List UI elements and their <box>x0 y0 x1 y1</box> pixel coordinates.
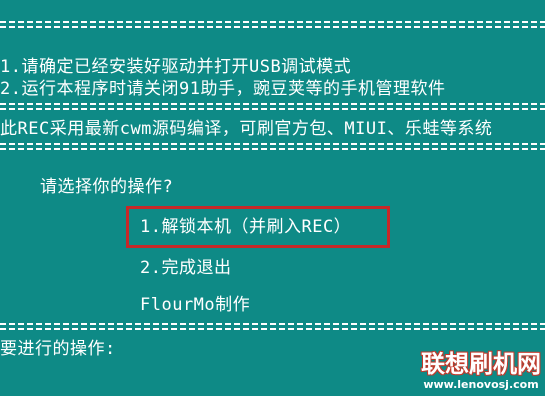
menu-option-exit[interactable]: 2.完成退出 <box>140 257 231 279</box>
watermark-title: 联想刷机网 <box>421 350 541 378</box>
top-divider <box>0 20 545 30</box>
instruction-line-2: 2.运行本程序时请关闭91助手，豌豆荚等的手机管理软件 <box>0 79 446 99</box>
rec-notice: 此REC采用最新cwm源码编译，可刷官方包、MIUI、乐蛙等系统 <box>0 119 493 139</box>
input-prompt[interactable]: 要进行的操作: <box>0 338 116 360</box>
notice-divider <box>0 142 545 152</box>
menu-prompt: 请选择你的操作? <box>40 177 174 197</box>
instruction-line-1: 1.请确定已经安装好驱动并打开USB调试模式 <box>0 57 352 77</box>
site-watermark: 联想刷机网 www.lenovosj.com <box>421 350 541 392</box>
bottom-divider <box>0 322 545 332</box>
highlight-box <box>126 206 390 248</box>
instructions-divider <box>0 102 545 112</box>
watermark-url: www.lenovosj.com <box>423 378 539 391</box>
author-credit: FlourMo制作 <box>140 295 251 315</box>
